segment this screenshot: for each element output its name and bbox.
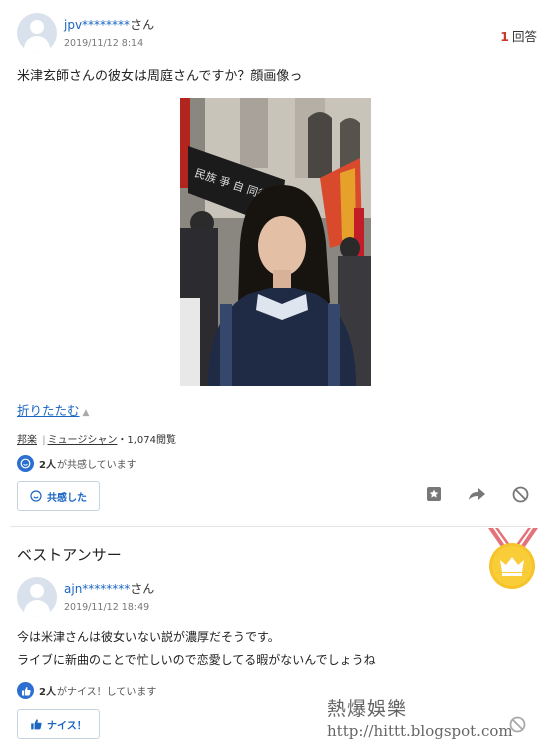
block-icon[interactable] <box>512 486 529 503</box>
answer-text: 今は米津さんは彼女いない説が濃厚だそうです。 ライブに新曲のことで忙しいので恋愛… <box>17 626 376 672</box>
answer-text-line: 今は米津さんは彼女いない説が濃厚だそうです。 <box>17 630 280 644</box>
question-photo[interactable]: 民族 爭 自 同行 <box>180 98 371 386</box>
user-avatar-icon[interactable] <box>17 577 57 617</box>
question-actions <box>426 486 529 503</box>
nice-count: 2人 <box>39 687 56 698</box>
nice-status: 2人 がナイス！しています <box>17 682 156 699</box>
empathy-count: 2人 <box>39 460 56 471</box>
watermark-url: http://hittt.blogspot.com <box>327 722 513 740</box>
share-icon[interactable] <box>468 486 486 503</box>
category-link-1[interactable]: 邦楽 <box>17 435 37 446</box>
empathy-button-label: 共感した <box>47 492 87 504</box>
watermark-title: 熱爆娛樂 <box>327 698 408 720</box>
medal-icon <box>484 528 542 590</box>
answer-user-honorific: さん <box>130 582 155 596</box>
nice-button-label: ナイス！ <box>47 720 87 732</box>
question-user-id[interactable]: jpv******** <box>64 18 130 32</box>
thumbs-up-icon <box>30 718 42 730</box>
bookmark-icon[interactable] <box>426 486 442 503</box>
answer-count-number: 1 <box>500 29 509 44</box>
question-date: 2019/11/12 8:14 <box>64 38 144 49</box>
category-separator: | <box>42 435 46 446</box>
section-divider <box>10 526 530 527</box>
empathy-text: が共感しています <box>56 460 137 471</box>
user-avatar-icon[interactable] <box>17 13 57 53</box>
thumbs-up-icon <box>17 682 34 699</box>
answer-count[interactable]: 1 回答 <box>500 26 537 45</box>
answer-date: 2019/11/12 18:49 <box>64 602 150 613</box>
empathy-button[interactable]: 共感した <box>17 481 100 511</box>
empathy-status: 2人 が共感しています <box>17 455 137 472</box>
collapse-link[interactable]: 折りたたむ ▲ <box>17 400 89 419</box>
empathy-icon <box>17 455 34 472</box>
answer-header: ajn********さん 2019/11/12 18:49 <box>17 577 417 617</box>
best-answer-title: ベストアンサー <box>17 546 122 564</box>
empathy-icon <box>30 490 42 502</box>
nice-button[interactable]: ナイス！ <box>17 709 100 739</box>
category-link-2[interactable]: ミュージシャン <box>48 435 118 446</box>
answer-text-line: ライブに新曲のことで忙しいので恋愛してる暇がないんでしょうね <box>17 653 376 667</box>
answer-user-name[interactable]: ajn********さん <box>64 580 154 597</box>
answer-count-label: 回答 <box>511 29 537 44</box>
collapse-label[interactable]: 折りたたむ <box>17 403 80 418</box>
category-meta: 邦楽 | ミュージシャン・1,074閲覧 <box>17 431 176 446</box>
nice-text: がナイス！しています <box>56 687 157 698</box>
chevron-up-icon: ▲ <box>82 408 90 418</box>
question-user-honorific: さん <box>130 18 155 32</box>
question-header: jpv********さん 2019/11/12 8:14 1 回答 <box>17 13 537 53</box>
question-text: 米津玄師さんの彼女は周庭さんですか？顔画像っ <box>17 69 303 84</box>
answer-user-id[interactable]: ajn******** <box>64 582 130 596</box>
question-user-name[interactable]: jpv********さん <box>64 16 154 33</box>
view-count: ・1,074閲覧 <box>117 435 177 446</box>
watermark: 熱爆娛樂 http://hittt.blogspot.com <box>327 694 513 740</box>
